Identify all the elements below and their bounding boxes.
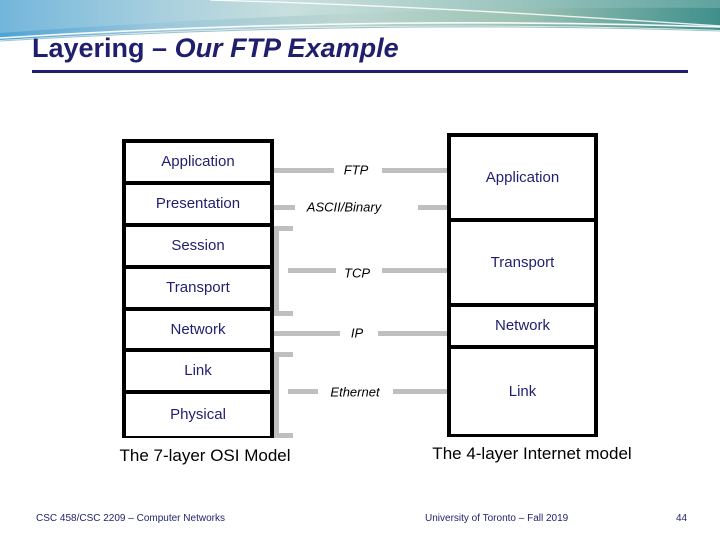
connector-tcp-left bbox=[288, 268, 336, 273]
connector-ftp-right bbox=[382, 168, 447, 173]
internet-layer-transport[interactable]: Transport bbox=[451, 222, 594, 307]
osi-stack-caption: The 7-layer OSI Model bbox=[119, 446, 291, 465]
connector-ethernet-left bbox=[288, 389, 318, 394]
osi-layer-network[interactable]: Network bbox=[126, 310, 270, 353]
protocol-label-ftp: FTP bbox=[343, 162, 369, 178]
osi-layer-link-label: Link bbox=[184, 362, 212, 380]
internet-stack: Application Transport Network Link bbox=[447, 133, 598, 437]
connector-ascii-left bbox=[274, 205, 295, 210]
internet-layer-link-label: Link bbox=[508, 382, 537, 400]
slide-canvas: Layering – Our FTP Example FTP ASCII/Bin… bbox=[0, 0, 720, 540]
osi-layer-transport-label: Transport bbox=[166, 278, 230, 296]
osi-layer-application[interactable]: Application bbox=[126, 143, 270, 185]
footer-slide-number: 44 bbox=[676, 513, 688, 524]
protocol-label-ip: IP bbox=[350, 325, 364, 341]
osi-stack: Application Presentation Session Transpo… bbox=[122, 139, 274, 438]
connector-ftp-left bbox=[274, 168, 334, 173]
internet-layer-link[interactable]: Link bbox=[451, 349, 594, 434]
internet-layer-application[interactable]: Application bbox=[451, 137, 594, 222]
layering-diagram: FTP ASCII/Binary TCP IP Ethernet Applica… bbox=[0, 0, 720, 540]
connector-ethernet-right bbox=[393, 389, 447, 394]
internet-layer-network[interactable]: Network bbox=[451, 307, 594, 349]
bracket-link-physical bbox=[274, 352, 293, 438]
protocol-label-ethernet: Ethernet bbox=[330, 384, 380, 400]
osi-layer-application-label: Application bbox=[161, 152, 235, 170]
protocol-label-tcp: TCP bbox=[344, 265, 370, 281]
osi-layer-physical-label: Physical bbox=[170, 406, 226, 424]
internet-stack-caption: The 4-layer Internet model bbox=[432, 444, 632, 463]
osi-layer-presentation-label: Presentation bbox=[155, 194, 241, 212]
connector-ip-right bbox=[378, 331, 447, 336]
connector-ascii-right bbox=[418, 205, 447, 210]
osi-layer-session[interactable]: Session bbox=[126, 226, 270, 269]
osi-layer-network-label: Network bbox=[170, 320, 226, 338]
internet-layer-application-label: Application bbox=[485, 168, 560, 186]
internet-layer-transport-label: Transport bbox=[490, 253, 555, 271]
connector-tcp-right bbox=[382, 268, 447, 273]
osi-layer-presentation[interactable]: Presentation bbox=[126, 184, 270, 227]
osi-layer-transport[interactable]: Transport bbox=[126, 268, 270, 311]
osi-layer-session-label: Session bbox=[171, 236, 225, 254]
footer-institution-text: University of Toronto – Fall 2019 bbox=[425, 513, 569, 524]
protocol-label-ascii-binary: ASCII/Binary bbox=[306, 199, 382, 215]
osi-layer-physical[interactable]: Physical bbox=[126, 394, 270, 437]
osi-layer-link[interactable]: Link bbox=[126, 352, 270, 395]
connector-ip-left bbox=[274, 331, 340, 336]
footer-course-text: CSC 458/CSC 2209 – Computer Networks bbox=[36, 513, 225, 524]
internet-layer-network-label: Network bbox=[494, 317, 550, 334]
